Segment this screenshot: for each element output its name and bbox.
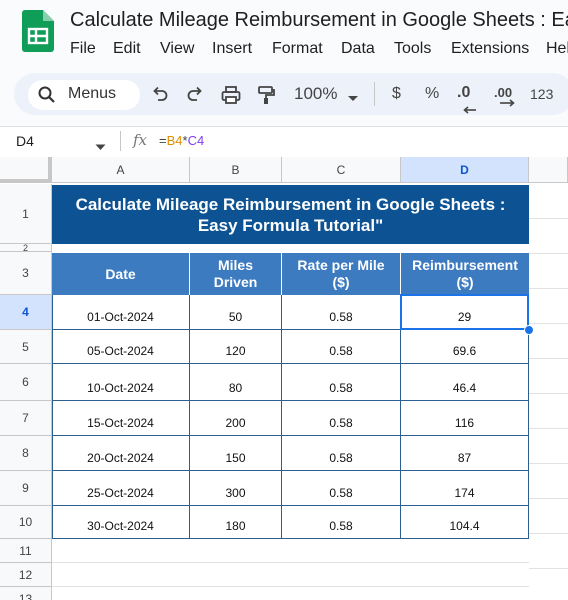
row-header-9[interactable]: 9 bbox=[0, 471, 52, 506]
percent-format-button[interactable]: % bbox=[425, 85, 439, 103]
decrease-decimal-button[interactable]: .0 bbox=[457, 84, 470, 102]
empty-column-e[interactable] bbox=[529, 184, 568, 600]
row-header-10[interactable]: 10 bbox=[0, 506, 52, 539]
formula-input[interactable]: =B4*C4 bbox=[159, 133, 204, 148]
decrease-decimal-arrow-icon bbox=[463, 101, 477, 114]
currency-format-button[interactable]: $ bbox=[392, 85, 401, 103]
paint-format-icon[interactable] bbox=[256, 84, 276, 106]
cell-date-row-8[interactable]: 20-Oct-2024 bbox=[52, 436, 190, 471]
column-header-e[interactable] bbox=[529, 157, 568, 183]
formula-ref-c4: C4 bbox=[187, 133, 205, 148]
column-header-b[interactable]: B bbox=[190, 157, 282, 183]
menu-tools[interactable]: Tools bbox=[394, 40, 431, 58]
cell-date-row-10[interactable]: 30-Oct-2024 bbox=[52, 506, 190, 539]
menu-view[interactable]: View bbox=[160, 40, 194, 58]
row-header-3[interactable]: 3 bbox=[0, 252, 52, 295]
cell-date-row-7[interactable]: 15-Oct-2024 bbox=[52, 401, 190, 436]
formula-equals: = bbox=[159, 133, 167, 148]
cell-reimbursement-row-7[interactable]: 116 bbox=[401, 401, 529, 436]
cell-reimbursement-row-8[interactable]: 87 bbox=[401, 436, 529, 471]
cell-date-row-4[interactable]: 01-Oct-2024 bbox=[52, 295, 190, 330]
search-icon bbox=[37, 85, 57, 105]
title-banner-text: Calculate Mileage Reimbursement in Googl… bbox=[75, 194, 506, 235]
header-reimbursement[interactable]: Reimbursement ($) bbox=[401, 253, 529, 295]
cell-reimbursement-row-6[interactable]: 46.4 bbox=[401, 364, 529, 401]
cell-rate-row-10[interactable]: 0.58 bbox=[282, 506, 401, 539]
cell-reimbursement-row-4[interactable]: 29 bbox=[401, 295, 529, 330]
menu-help[interactable]: Hel bbox=[546, 40, 568, 58]
cell-reimbursement-row-9[interactable]: 174 bbox=[401, 471, 529, 506]
svg-text:.00: .00 bbox=[494, 85, 512, 100]
menu-edit[interactable]: Edit bbox=[113, 40, 141, 58]
cell-reimbursement-row-10[interactable]: 104.4 bbox=[401, 506, 529, 539]
cell-rate-row-9[interactable]: 0.58 bbox=[282, 471, 401, 506]
cell-date-row-6[interactable]: 10-Oct-2024 bbox=[52, 364, 190, 401]
spreadsheet-grid[interactable]: A B C D 1 2 3 4 5 6 7 8 9 10 11 12 13 Ca… bbox=[0, 157, 568, 600]
menu-insert[interactable]: Insert bbox=[212, 40, 252, 58]
number-format-button[interactable]: 123 bbox=[530, 86, 553, 102]
zoom-chevron-down-icon bbox=[347, 90, 359, 101]
menu-data[interactable]: Data bbox=[341, 40, 375, 58]
cell-rate-row-4[interactable]: 0.58 bbox=[282, 295, 401, 330]
menu-extensions[interactable]: Extensions bbox=[451, 40, 529, 58]
cell-rate-row-7[interactable]: 0.58 bbox=[282, 401, 401, 436]
header-rate-per-mile[interactable]: Rate per Mile ($) bbox=[282, 253, 401, 295]
row-header-4[interactable]: 4 bbox=[0, 295, 52, 330]
row-header-7[interactable]: 7 bbox=[0, 401, 52, 436]
zoom-select[interactable]: 100% bbox=[294, 84, 337, 104]
empty-row-12[interactable] bbox=[52, 586, 529, 587]
fill-handle[interactable] bbox=[524, 325, 534, 335]
increase-decimal-icon[interactable]: .00 bbox=[494, 84, 516, 108]
row-header-2[interactable]: 2 bbox=[0, 243, 52, 253]
cell-reimbursement-row-5[interactable]: 69.6 bbox=[401, 330, 529, 364]
row-header-8[interactable]: 8 bbox=[0, 436, 52, 471]
cell-miles-row-4[interactable]: 50 bbox=[190, 295, 282, 330]
row-header-1[interactable]: 1 bbox=[0, 184, 52, 244]
header-date[interactable]: Date bbox=[52, 253, 190, 295]
column-header-c[interactable]: C bbox=[282, 157, 401, 183]
row-header-13[interactable]: 13 bbox=[0, 587, 52, 600]
row-header-11[interactable]: 11 bbox=[0, 539, 52, 563]
menu-format[interactable]: Format bbox=[272, 40, 323, 58]
print-icon[interactable] bbox=[220, 84, 242, 106]
document-title[interactable]: Calculate Mileage Reimbursement in Googl… bbox=[70, 9, 568, 32]
menu-file[interactable]: File bbox=[70, 40, 96, 58]
name-box-chevron-down-icon[interactable] bbox=[95, 138, 106, 150]
cell-rate-row-6[interactable]: 0.58 bbox=[282, 364, 401, 401]
toolbar-divider bbox=[374, 82, 375, 106]
cell-miles-row-5[interactable]: 120 bbox=[190, 330, 282, 364]
sheets-logo-icon[interactable] bbox=[22, 10, 54, 52]
formula-ref-b4: B4 bbox=[166, 133, 183, 148]
column-header-a[interactable]: A bbox=[52, 157, 190, 183]
cell-miles-row-8[interactable]: 150 bbox=[190, 436, 282, 471]
column-header-d[interactable]: D bbox=[401, 157, 529, 183]
cell-miles-row-10[interactable]: 180 bbox=[190, 506, 282, 539]
cell-date-row-5[interactable]: 05-Oct-2024 bbox=[52, 330, 190, 364]
title-banner[interactable]: Calculate Mileage Reimbursement in Googl… bbox=[52, 185, 529, 244]
undo-icon[interactable] bbox=[150, 85, 170, 105]
redo-icon[interactable] bbox=[185, 85, 205, 105]
row-header-12[interactable]: 12 bbox=[0, 563, 52, 587]
header-miles-driven[interactable]: Miles Driven bbox=[190, 253, 282, 295]
cell-miles-row-6[interactable]: 80 bbox=[190, 364, 282, 401]
cell-rate-row-5[interactable]: 0.58 bbox=[282, 330, 401, 364]
cell-miles-row-9[interactable]: 300 bbox=[190, 471, 282, 506]
select-all-corner[interactable] bbox=[0, 157, 52, 183]
name-box[interactable]: D4 bbox=[16, 133, 34, 149]
row-header-5[interactable]: 5 bbox=[0, 330, 52, 364]
formula-bar-divider bbox=[120, 131, 121, 151]
cell-miles-row-7[interactable]: 200 bbox=[190, 401, 282, 436]
menus-search-label: Menus bbox=[68, 85, 117, 102]
cell-date-row-9[interactable]: 25-Oct-2024 bbox=[52, 471, 190, 506]
empty-row-11[interactable] bbox=[52, 562, 529, 563]
fx-icon: fx bbox=[133, 131, 148, 149]
row-header-6[interactable]: 6 bbox=[0, 364, 52, 401]
cell-rate-row-8[interactable]: 0.58 bbox=[282, 436, 401, 471]
formula-bar bbox=[0, 126, 568, 157]
